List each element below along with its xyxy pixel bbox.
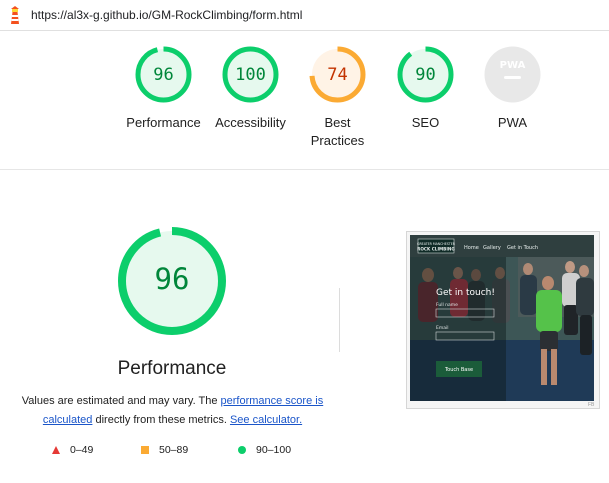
section-divider xyxy=(0,169,609,170)
gauge-label: Accessibility xyxy=(215,115,286,130)
gauge-label: Performance xyxy=(126,115,201,130)
form-button: Touch Base xyxy=(444,367,473,373)
nav-gallery: Gallery xyxy=(483,245,501,251)
pwa-badge-icon: PWA xyxy=(484,46,541,103)
logo-line1: GREATER MANCHESTER xyxy=(417,242,456,246)
triangle-icon xyxy=(52,446,60,455)
gauge-score: 90 xyxy=(415,65,436,85)
legend-range: 0–49 xyxy=(70,444,94,456)
gauge-performance[interactable]: 96 Performance xyxy=(126,46,201,151)
gauge-score: 96 xyxy=(153,65,174,85)
form-label-name: Full name xyxy=(436,302,458,308)
screenshot-footer: FB xyxy=(588,402,595,408)
vertical-divider xyxy=(339,288,340,352)
nav-home: Home xyxy=(464,245,479,251)
legend-range: 50–89 xyxy=(159,444,189,456)
address-bar: https://al3x-g.github.io/GM-RockClimbing… xyxy=(0,0,609,31)
legend-range: 90–100 xyxy=(256,444,292,456)
gauge-label: PWA xyxy=(497,115,528,130)
gauge-label: SEO xyxy=(411,115,440,130)
pwa-badge-text: PWA xyxy=(500,60,526,71)
desc-text-2: directly from these metrics. xyxy=(92,414,230,426)
gauge-accessibility[interactable]: 100 Accessibility xyxy=(215,46,286,151)
lighthouse-icon xyxy=(11,6,19,24)
final-screenshot: GREATER MANCHESTER ROCK CLIMBING Home Ga… xyxy=(410,235,594,401)
see-calculator-link[interactable]: See calculator. xyxy=(230,414,302,426)
form-label-email: Email xyxy=(436,325,449,331)
desc-text-1: Values are estimated and may vary. The xyxy=(21,395,221,407)
legend-average: 50–89 xyxy=(141,444,188,456)
performance-description: Values are estimated and may vary. The p… xyxy=(20,392,325,430)
performance-gauge-large: 96 xyxy=(117,226,227,336)
gauge-best-practices[interactable]: 74 Best Practices xyxy=(309,46,366,151)
legend-pass: 90–100 xyxy=(238,444,291,456)
nav-get-in-touch: Get in Touch xyxy=(507,245,538,251)
page-url[interactable]: https://al3x-g.github.io/GM-RockClimbing… xyxy=(31,8,302,22)
circle-icon xyxy=(238,446,246,455)
logo-line2: ROCK CLIMBING xyxy=(417,247,455,252)
performance-title: Performance xyxy=(117,358,227,379)
performance-score-large: 96 xyxy=(154,262,190,296)
gauge-label: Best Practices xyxy=(310,115,365,148)
square-icon xyxy=(141,446,149,455)
gauge-seo[interactable]: 90 SEO xyxy=(397,46,454,151)
legend-fail: 0–49 xyxy=(52,444,93,456)
gauge-score: 100 xyxy=(235,65,266,85)
gauge-score: 74 xyxy=(327,65,348,85)
form-heading: Get in touch! xyxy=(436,288,495,298)
gauge-pwa[interactable]: PWA PWA xyxy=(484,46,541,151)
screenshot-image: GREATER MANCHESTER ROCK CLIMBING Home Ga… xyxy=(410,235,594,401)
